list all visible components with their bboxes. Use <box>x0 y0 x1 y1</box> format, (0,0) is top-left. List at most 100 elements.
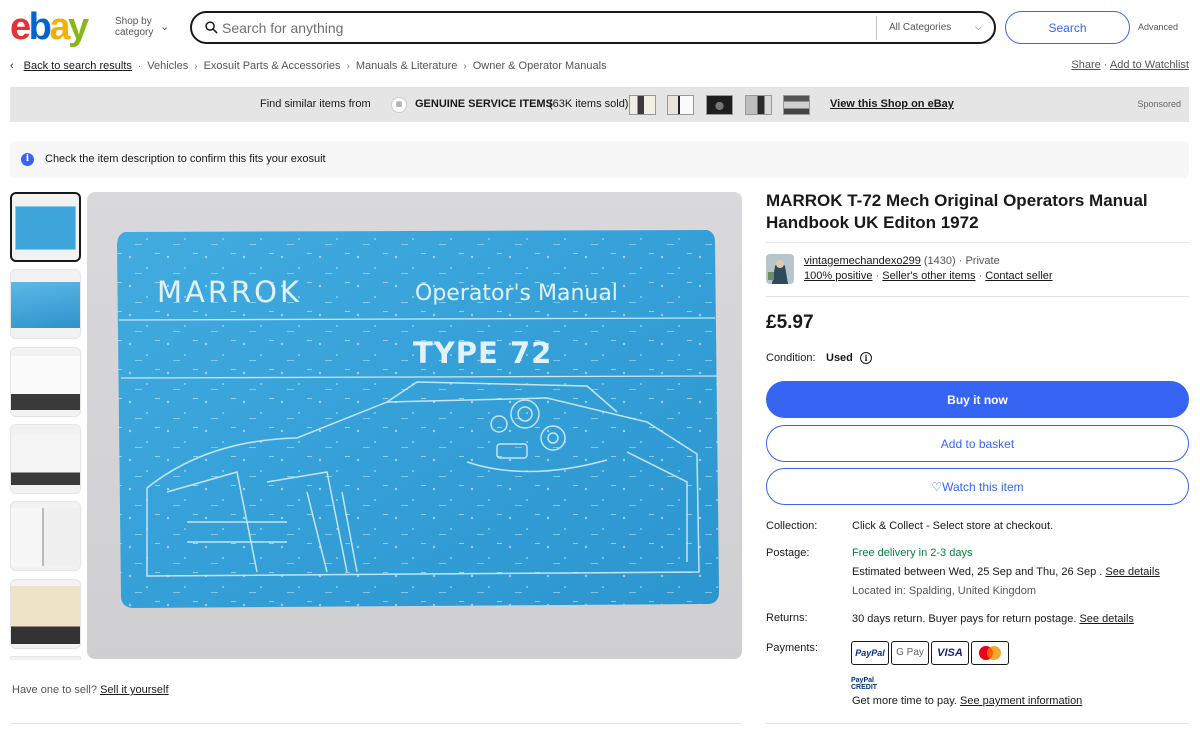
paypal-credit-logo: PayPal CREDIT <box>851 677 878 691</box>
seller-avatar[interactable] <box>766 254 794 284</box>
postage-label: Postage: <box>766 547 810 559</box>
shop-item-thumbnail[interactable] <box>629 95 656 115</box>
breadcrumb-item-owner-manuals[interactable]: Owner & Operator Manuals <box>473 60 607 72</box>
separator-dot: · <box>875 270 880 282</box>
shop-item-thumbnail[interactable] <box>667 95 694 115</box>
image-thumbnail[interactable] <box>10 192 81 262</box>
estimated-delivery: Estimated between Wed, 25 Sep and Thu, 2… <box>852 566 1160 578</box>
add-to-watchlist-link[interactable]: Add to Watchlist <box>1110 59 1189 71</box>
pay-later-info: Get more time to pay. See payment inform… <box>852 695 1082 707</box>
chevron-right-icon: › <box>463 60 467 72</box>
watch-item-label: Watch this item <box>942 479 1024 494</box>
separator-dot: · <box>958 255 963 267</box>
free-delivery-text: Free delivery in 2-3 days <box>852 547 973 559</box>
divider <box>766 296 1189 297</box>
main-product-image[interactable]: MARROK Operator's Manual TYPE 72 <box>87 192 742 659</box>
watch-item-button[interactable]: ♡Watch this item <box>766 468 1189 505</box>
mastercard-icon <box>971 641 1009 665</box>
find-similar-label: Find similar items from <box>260 98 371 110</box>
chevron-right-icon: › <box>194 60 198 72</box>
contact-seller-link[interactable]: Contact seller <box>985 270 1052 282</box>
ebay-logo[interactable]: ebay <box>10 8 89 46</box>
breadcrumb-item-vehicles[interactable]: Vehicles <box>147 60 188 72</box>
buy-it-now-button[interactable]: Buy it now <box>766 381 1189 418</box>
pay-later-text: Get more time to pay. <box>852 695 957 707</box>
image-thumbnail[interactable] <box>10 424 81 494</box>
sponsored-label: Sponsored <box>1137 99 1181 109</box>
cover-heading: Operator's Manual <box>415 281 618 306</box>
chevron-right-icon: › <box>346 60 350 72</box>
category-select[interactable]: All Categories ⌵ <box>876 16 992 40</box>
shop-name[interactable]: GENUINE SERVICE ITEMS <box>415 98 553 110</box>
returns-info: 30 days return. Buyer pays for return po… <box>852 613 1134 625</box>
payment-information-link[interactable]: See payment information <box>960 695 1082 707</box>
item-location: Located in: Spalding, United Kingdom <box>852 585 1037 597</box>
separator-dot: · <box>137 60 142 72</box>
share-link[interactable]: Share <box>1071 59 1100 71</box>
image-thumbnail[interactable] <box>10 347 81 417</box>
image-thumbnail[interactable] <box>10 656 81 660</box>
paypal-icon: PayPal <box>851 641 889 665</box>
payments-label: Payments: <box>766 642 818 654</box>
sell-it-yourself-link[interactable]: Sell it yourself <box>100 684 168 696</box>
shop-by-category-button[interactable]: Shop by category <box>115 16 163 38</box>
manual-cover-photo: MARROK Operator's Manual TYPE 72 <box>87 192 742 659</box>
seller-name-link[interactable]: vintagemechandexo299 <box>804 255 921 267</box>
price: £5.97 <box>766 312 814 333</box>
estimated-delivery-text: Estimated between Wed, 25 Sep and Thu, 2… <box>852 566 1103 578</box>
chevron-left-icon[interactable]: ‹ <box>10 60 14 72</box>
seller-info: vintagemechandexo299 (1430) · Private <box>804 255 1000 267</box>
image-thumbnail[interactable] <box>10 501 81 571</box>
condition-label: Condition: <box>766 352 816 364</box>
search-icon <box>205 21 218 34</box>
condition-value: Used <box>826 352 853 364</box>
seller-links: 100% positive · Seller's other items · C… <box>804 270 1053 282</box>
share-links: Share · Add to Watchlist <box>1071 59 1189 71</box>
product-title: MARROK T-72 Mech Original Operators Manu… <box>766 191 1148 232</box>
search-input[interactable] <box>222 18 862 38</box>
postage-see-details-link[interactable]: See details <box>1105 566 1159 578</box>
divider <box>10 723 742 724</box>
sell-prompt: Have one to sell? Sell it yourself <box>12 684 169 696</box>
header: ebay Shop by category ⌄ All Categories ⌵… <box>0 0 1200 54</box>
breadcrumb: ‹ Back to search results · Vehicles › Ex… <box>10 59 607 73</box>
fitment-notice-text: Check the item description to confirm th… <box>45 153 326 165</box>
breadcrumb-item-manuals[interactable]: Manuals & Literature <box>356 60 458 72</box>
divider <box>766 242 1189 243</box>
returns-label: Returns: <box>766 612 808 624</box>
image-thumbnail[interactable] <box>10 269 81 339</box>
search-button[interactable]: Search <box>1005 11 1130 44</box>
info-icon: i <box>21 153 34 166</box>
view-shop-link[interactable]: View this Shop on eBay <box>830 98 954 110</box>
items-sold-count: (63K items sold) <box>549 98 629 110</box>
positive-feedback-link[interactable]: 100% positive <box>804 270 873 282</box>
shop-item-thumbnail[interactable] <box>706 95 733 115</box>
seller-feedback-count: (1430) <box>923 255 956 267</box>
info-icon[interactable]: i <box>860 352 872 364</box>
collection-label: Collection: <box>766 520 818 532</box>
chevron-down-icon[interactable]: ⌄ <box>160 20 169 33</box>
heart-icon: ♡ <box>931 479 943 494</box>
sell-question: Have one to sell? <box>12 684 97 696</box>
back-to-search-link[interactable]: Back to search results <box>24 60 132 72</box>
collection-value: Click & Collect - Select store at checko… <box>852 520 1054 532</box>
cover-brand: MARROK <box>157 275 302 309</box>
returns-value: 30 days return. Buyer pays for return po… <box>852 613 1077 625</box>
returns-see-details-link[interactable]: See details <box>1079 613 1133 625</box>
sellers-other-items-link[interactable]: Seller's other items <box>882 270 975 282</box>
separator-dot: · <box>978 270 983 282</box>
fitment-notice: i Check the item description to confirm … <box>10 141 1189 178</box>
cover-model: TYPE 72 <box>413 336 552 370</box>
shop-item-thumbnail[interactable] <box>783 95 810 115</box>
google-pay-icon: G Pay <box>891 641 929 665</box>
shop-item-thumbnail[interactable] <box>745 95 772 115</box>
sponsored-banner[interactable]: Find similar items from ▦ GENUINE SERVIC… <box>10 87 1189 122</box>
breadcrumb-item-exosuit-parts[interactable]: Exosuit Parts & Accessories <box>204 60 341 72</box>
add-to-basket-button[interactable]: Add to basket <box>766 425 1189 462</box>
shop-logo-icon: ▦ <box>391 97 407 113</box>
image-thumbnail[interactable] <box>10 579 81 649</box>
advanced-search-link[interactable]: Advanced <box>1138 22 1178 32</box>
visa-icon: VISA <box>931 641 969 665</box>
search-bar: All Categories ⌵ <box>190 11 996 44</box>
seller-type: Private <box>965 255 1000 267</box>
